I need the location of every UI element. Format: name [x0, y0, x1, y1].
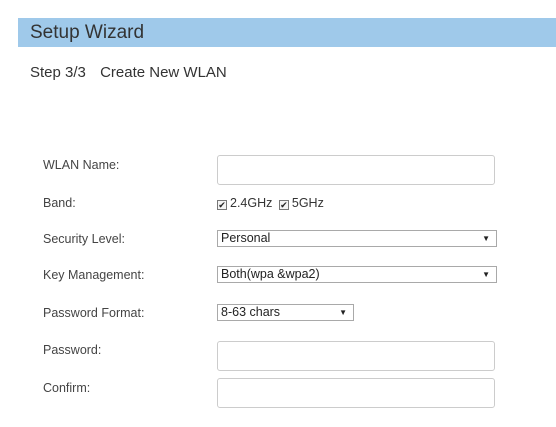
band-5g-checkbox[interactable]: ✔ — [278, 200, 289, 210]
wlan-name-input[interactable] — [217, 155, 495, 185]
wlan-name-label: WLAN Name: — [43, 158, 120, 172]
chevron-down-icon: ▼ — [339, 308, 347, 317]
step-title: Create New WLAN — [100, 64, 227, 81]
wizard-title: Setup Wizard — [30, 22, 145, 43]
step-indicator: Step 3/3 Create New WLAN — [30, 64, 227, 82]
step-number: Step 3/3 — [30, 64, 86, 81]
chevron-down-icon: ▼ — [482, 270, 490, 279]
password-format-label: Password Format: — [43, 306, 145, 320]
password-format-value: 8-63 chars — [221, 305, 281, 319]
confirm-label: Confirm: — [43, 381, 91, 395]
security-level-value: Personal — [221, 231, 271, 245]
security-level-select[interactable]: Personal ▼ — [217, 230, 497, 247]
band-2g-label: 2.4GHz — [230, 196, 273, 210]
key-management-label: Key Management: — [43, 268, 145, 282]
confirm-password-input[interactable] — [217, 378, 495, 408]
password-input[interactable] — [217, 341, 495, 371]
key-management-value: Both(wpa &wpa2) — [221, 267, 320, 281]
band-label: Band: — [43, 196, 76, 210]
security-level-label: Security Level: — [43, 232, 125, 246]
band-2g-checkbox[interactable]: ✔ — [217, 200, 227, 210]
password-format-select[interactable]: 8-63 chars ▼ — [217, 304, 354, 321]
chevron-down-icon: ▼ — [482, 234, 490, 243]
band-options: ✔ 2.4GHz ✔ 5GHz — [217, 196, 327, 210]
key-management-select[interactable]: Both(wpa &wpa2) ▼ — [217, 266, 497, 283]
band-5g-label: 5GHz — [291, 196, 324, 210]
password-label: Password: — [43, 343, 102, 357]
wizard-header: Setup Wizard — [18, 18, 556, 47]
